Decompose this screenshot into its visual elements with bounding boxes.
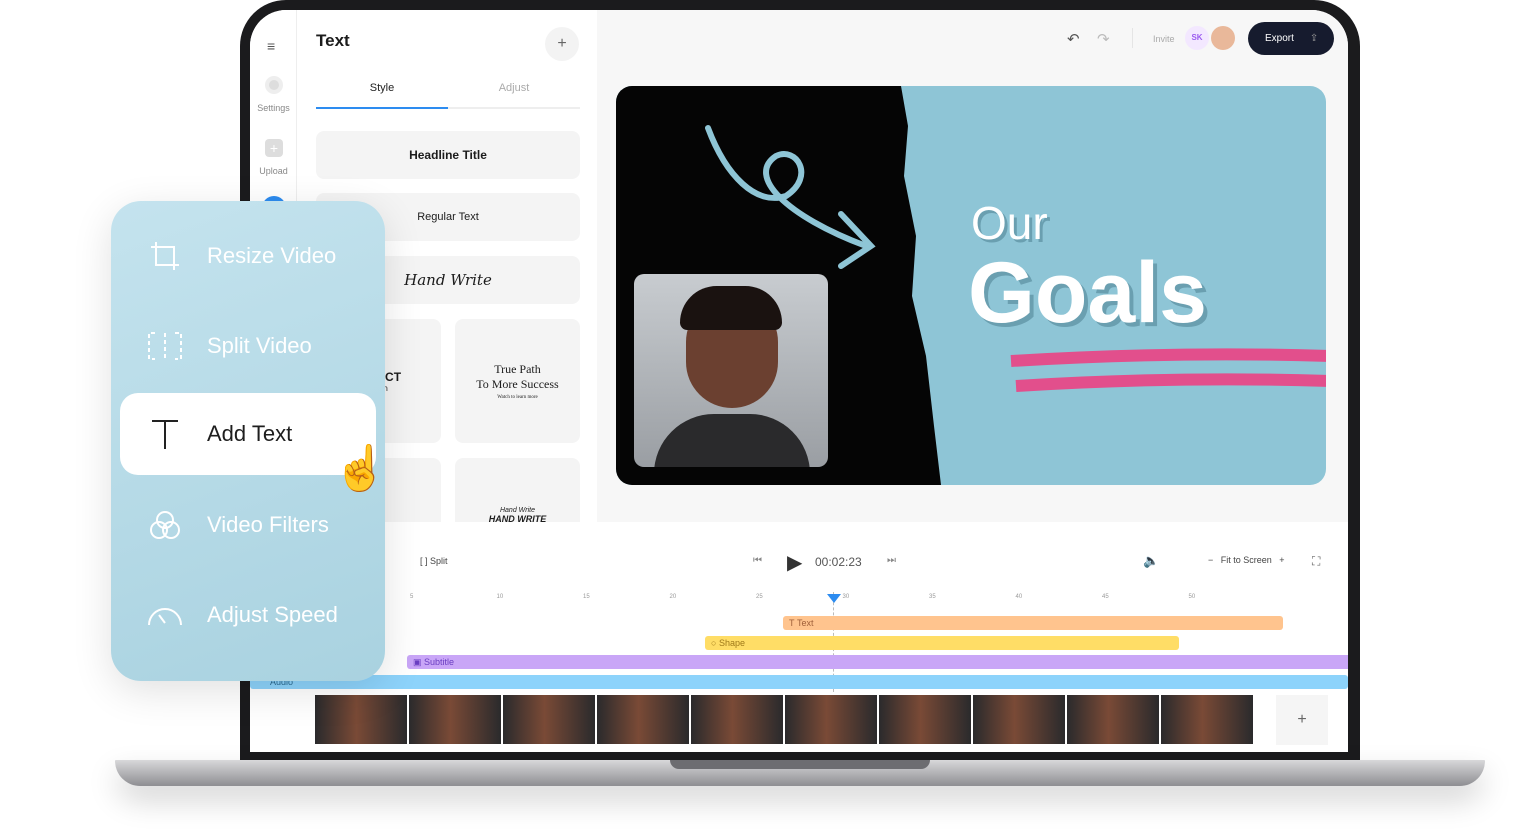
split-label: Split: [430, 556, 448, 566]
feature-menu: Resize Video Split Video Add Text Video …: [111, 201, 385, 681]
hand-cursor-icon: ☝: [333, 444, 388, 493]
undo-icon[interactable]: ↶: [1067, 30, 1080, 48]
truepath-line2: To More Success: [476, 377, 559, 391]
avatar-sk[interactable]: SK: [1185, 26, 1209, 50]
export-label: Export: [1265, 33, 1294, 44]
menu-item-adjust-speed[interactable]: Adjust Speed: [111, 575, 385, 655]
menu-icon[interactable]: ≡: [267, 38, 275, 54]
volume-icon[interactable]: 🔈: [1143, 553, 1159, 569]
person-photo: [634, 274, 828, 467]
shape-track-label: Shape: [718, 638, 745, 648]
menu-item-resize-video[interactable]: Resize Video: [111, 216, 385, 296]
editor-screen: ≡ Settings + Upload ? Text + Style Adjus…: [250, 10, 1348, 752]
text-track-label: Text: [797, 618, 814, 628]
fit-label[interactable]: Fit to Screen: [1221, 555, 1272, 565]
menu-label: Resize Video: [207, 243, 337, 268]
time-display: 00:02:23: [815, 555, 862, 569]
pink-stripe: [1010, 348, 1326, 367]
shape-track[interactable]: ○ Shape: [705, 636, 1179, 650]
export-button[interactable]: Export ⇪: [1248, 22, 1334, 55]
split-icon: [145, 326, 185, 366]
avatar-photo[interactable]: [1211, 26, 1235, 50]
film-frame: [691, 695, 783, 744]
menu-item-video-filters[interactable]: Video Filters: [111, 485, 385, 565]
film-frame: [315, 695, 407, 744]
ruler-tick: 35: [929, 594, 936, 600]
film-frame: [1161, 695, 1253, 744]
ruler-tick: 10: [496, 594, 504, 600]
video-preview[interactable]: Our Goals: [616, 86, 1326, 485]
ruler-tick: 30: [842, 594, 850, 600]
truepath-line1: True Path: [494, 362, 541, 376]
menu-label: Adjust Speed: [207, 602, 338, 627]
preview-line1: Our: [971, 197, 1048, 249]
skip-back-icon[interactable]: ⏮: [753, 555, 762, 566]
split-icon: [ ]: [420, 556, 431, 566]
settings-label[interactable]: Settings: [250, 103, 297, 113]
invite-button[interactable]: Invite: [1153, 34, 1175, 44]
crop-icon: [145, 236, 185, 276]
menu-label: Video Filters: [207, 512, 329, 537]
speedometer-icon: [145, 595, 185, 635]
ruler-tick: 45: [1102, 594, 1109, 600]
headline-title-card[interactable]: Headline Title: [316, 131, 580, 179]
filters-icon: [145, 505, 185, 545]
text-icon: [145, 414, 185, 454]
pink-stripe: [1015, 373, 1326, 392]
upload-icon: ⇪: [1309, 33, 1319, 44]
regular-label: Regular Text: [417, 211, 479, 223]
text-track[interactable]: T Text: [783, 616, 1283, 630]
zoom-controls[interactable]: − Fit to Screen +: [1208, 555, 1285, 565]
ruler-tick: 5: [410, 594, 414, 600]
redo-icon[interactable]: ↷: [1097, 30, 1110, 48]
film-frame: [597, 695, 689, 744]
tab-indicator: [316, 107, 448, 109]
handwrite-label: Hand Write: [404, 271, 492, 289]
main-area: ↶ ↷ Invite SK Export ⇪ Our Goals: [597, 10, 1348, 522]
ruler-tick: 25: [756, 594, 763, 600]
ruler-tick: 50: [1188, 594, 1196, 600]
ruler-tick: 40: [1015, 594, 1023, 600]
play-icon[interactable]: ▶: [787, 550, 802, 575]
skip-forward-icon[interactable]: ⏭: [887, 555, 896, 566]
settings-icon[interactable]: [265, 76, 283, 94]
upload-icon[interactable]: +: [265, 139, 283, 157]
hw-small: Hand Write: [499, 507, 535, 514]
ruler-tick: 15: [583, 594, 590, 600]
menu-item-split-video[interactable]: Split Video: [111, 306, 385, 386]
subtitle-track[interactable]: ▣ Subtitle: [407, 655, 1348, 669]
tab-adjust[interactable]: Adjust: [448, 82, 580, 94]
true-path-card[interactable]: True Path To More Success Watch to learn m…: [455, 319, 580, 443]
timeline: [ ] Split ⏮ ▶ 00:02:23 ⏭ 🔈 − Fit to Scre…: [250, 522, 1348, 752]
film-frame: [409, 695, 501, 744]
playhead[interactable]: [827, 594, 841, 603]
truepath-sub: Watch to learn more: [497, 395, 538, 400]
split-button[interactable]: [ ] Split: [420, 556, 448, 566]
upload-label[interactable]: Upload: [250, 166, 297, 176]
panel-title: Text: [316, 31, 350, 50]
tab-style[interactable]: Style: [316, 82, 448, 94]
ruler-tick: 20: [669, 594, 677, 600]
add-clip-button[interactable]: +: [1276, 695, 1328, 745]
film-frame: [503, 695, 595, 744]
subtitle-track-label: Subtitle: [424, 657, 455, 667]
menu-label: Add Text: [207, 421, 293, 446]
headline-label: Headline Title: [409, 148, 487, 162]
fullscreen-icon[interactable]: ⛶: [1312, 554, 1320, 569]
film-frame: [879, 695, 971, 744]
film-frame: [1067, 695, 1159, 744]
film-frame: [973, 695, 1065, 744]
filmstrip[interactable]: [315, 695, 1258, 744]
preview-line2: Goals: [968, 245, 1207, 341]
laptop-notch: [670, 760, 930, 769]
menu-label: Split Video: [207, 333, 312, 358]
audio-track[interactable]: Audio: [250, 675, 1348, 689]
film-frame: [785, 695, 877, 744]
add-icon[interactable]: +: [545, 27, 579, 61]
